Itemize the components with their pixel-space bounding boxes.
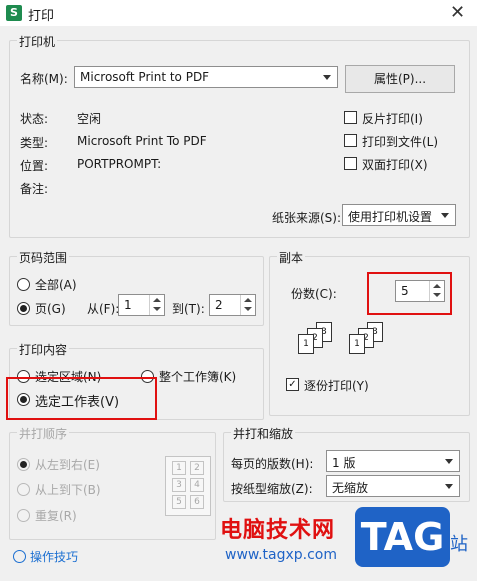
whole-workbook-label[interactable]: 整个工作簿(K)	[159, 368, 236, 385]
watermark-tag-logo: TAG	[355, 507, 450, 567]
duplex-label[interactable]: 双面打印(X)	[362, 156, 428, 173]
print-content-group-label: 打印内容	[17, 341, 70, 358]
to-label: 到(T):	[172, 302, 205, 316]
collate-label[interactable]: 逐份打印(Y)	[304, 377, 369, 394]
grid-cell: 1	[172, 461, 186, 475]
print-to-file-checkbox[interactable]	[344, 134, 357, 147]
top-to-bottom-radio[interactable]	[17, 483, 30, 496]
status-label: 状态:	[20, 112, 49, 126]
reverse-print-label[interactable]: 反片打印(I)	[362, 110, 423, 127]
scale-value: 无缩放	[332, 481, 369, 495]
type-value: Microsoft Print To PDF	[77, 134, 207, 148]
pages-per-sheet-value: 1 版	[332, 456, 356, 470]
window-title: 打印	[28, 9, 55, 24]
selected-sheet-highlight	[6, 377, 157, 420]
grid-cell: 4	[190, 478, 204, 492]
chevron-down-icon	[441, 213, 449, 218]
chevron-down-icon	[445, 459, 453, 464]
grid-cell: 5	[172, 495, 186, 509]
to-page-stepper[interactable]: 2	[209, 294, 256, 316]
chevron-down-icon	[323, 75, 331, 80]
duplex-checkbox[interactable]	[344, 157, 357, 170]
pages-per-sheet-select[interactable]: 1 版	[326, 450, 460, 472]
grid-cell: 3	[172, 478, 186, 492]
order-preview-grid: 1 2 3 4 5 6	[165, 456, 211, 516]
watermark-suffix: 站	[450, 534, 468, 555]
repeat-label[interactable]: 重复(R)	[35, 507, 77, 524]
from-page-value: 1	[124, 298, 132, 312]
uncollated-pages-icon: 3 2 1	[298, 322, 338, 360]
scale-label: 按纸型缩放(Z):	[231, 482, 313, 496]
reverse-print-checkbox[interactable]	[344, 111, 357, 124]
properties-button[interactable]: 属性(P)...	[345, 65, 455, 93]
printer-name-label: 名称(M):	[20, 72, 68, 86]
printer-name-select[interactable]: Microsoft Print to PDF	[74, 66, 338, 88]
from-page-stepper[interactable]: 1	[118, 294, 165, 316]
chevron-down-icon	[445, 484, 453, 489]
tips-link[interactable]: 操作技巧	[30, 548, 78, 565]
stepper-arrows-icon[interactable]	[240, 295, 255, 315]
tips-icon[interactable]	[13, 550, 26, 563]
paper-source-select[interactable]: 使用打印机设置	[342, 204, 456, 226]
copies-highlight	[367, 272, 452, 315]
scale-select[interactable]: 无缩放	[326, 475, 460, 497]
repeat-radio[interactable]	[17, 509, 30, 522]
left-to-right-label[interactable]: 从左到右(E)	[35, 456, 100, 473]
top-to-bottom-label[interactable]: 从上到下(B)	[35, 481, 101, 498]
watermark-url: www.tagxp.com	[225, 547, 337, 563]
title-bar: S 打印 ✕	[0, 0, 477, 26]
grid-cell: 6	[190, 495, 204, 509]
type-label: 类型:	[20, 136, 49, 150]
left-to-right-radio[interactable]	[17, 458, 30, 471]
collate-checkbox[interactable]: ✓	[286, 378, 299, 391]
close-icon[interactable]: ✕	[450, 2, 465, 23]
status-value: 空闲	[77, 112, 102, 126]
collated-pages-icon: 3 2 1	[349, 322, 389, 360]
printer-name-value: Microsoft Print to PDF	[80, 70, 210, 84]
from-label: 从(F):	[87, 302, 120, 316]
paper-source-label: 纸张来源(S):	[272, 211, 342, 225]
pages-per-sheet-label: 每页的版数(H):	[231, 457, 314, 471]
page-range-all-radio[interactable]	[17, 278, 30, 291]
copies-group-label: 副本	[277, 249, 306, 266]
location-value: PORTPROMPT:	[77, 157, 162, 171]
merge-scale-group-label: 并打和缩放	[231, 425, 296, 442]
page-range-pages-label[interactable]: 页(G)	[35, 300, 66, 317]
page-range-pages-radio[interactable]	[17, 302, 30, 315]
page-range-group-label: 页码范围	[17, 249, 70, 266]
paper-source-value: 使用打印机设置	[348, 210, 433, 224]
print-order-group-label: 并打顺序	[17, 425, 70, 442]
page-range-all-label[interactable]: 全部(A)	[35, 276, 77, 293]
printer-group-label: 打印机	[17, 33, 58, 50]
location-label: 位置:	[20, 159, 49, 173]
wps-app-icon: S	[6, 5, 22, 21]
copies-count-label: 份数(C):	[291, 287, 337, 301]
comment-label: 备注:	[20, 182, 49, 196]
grid-cell: 2	[190, 461, 204, 475]
to-page-value: 2	[215, 298, 223, 312]
stepper-arrows-icon[interactable]	[149, 295, 164, 315]
watermark-site-name: 电脑技术网	[220, 518, 336, 543]
print-to-file-label[interactable]: 打印到文件(L)	[362, 133, 438, 150]
